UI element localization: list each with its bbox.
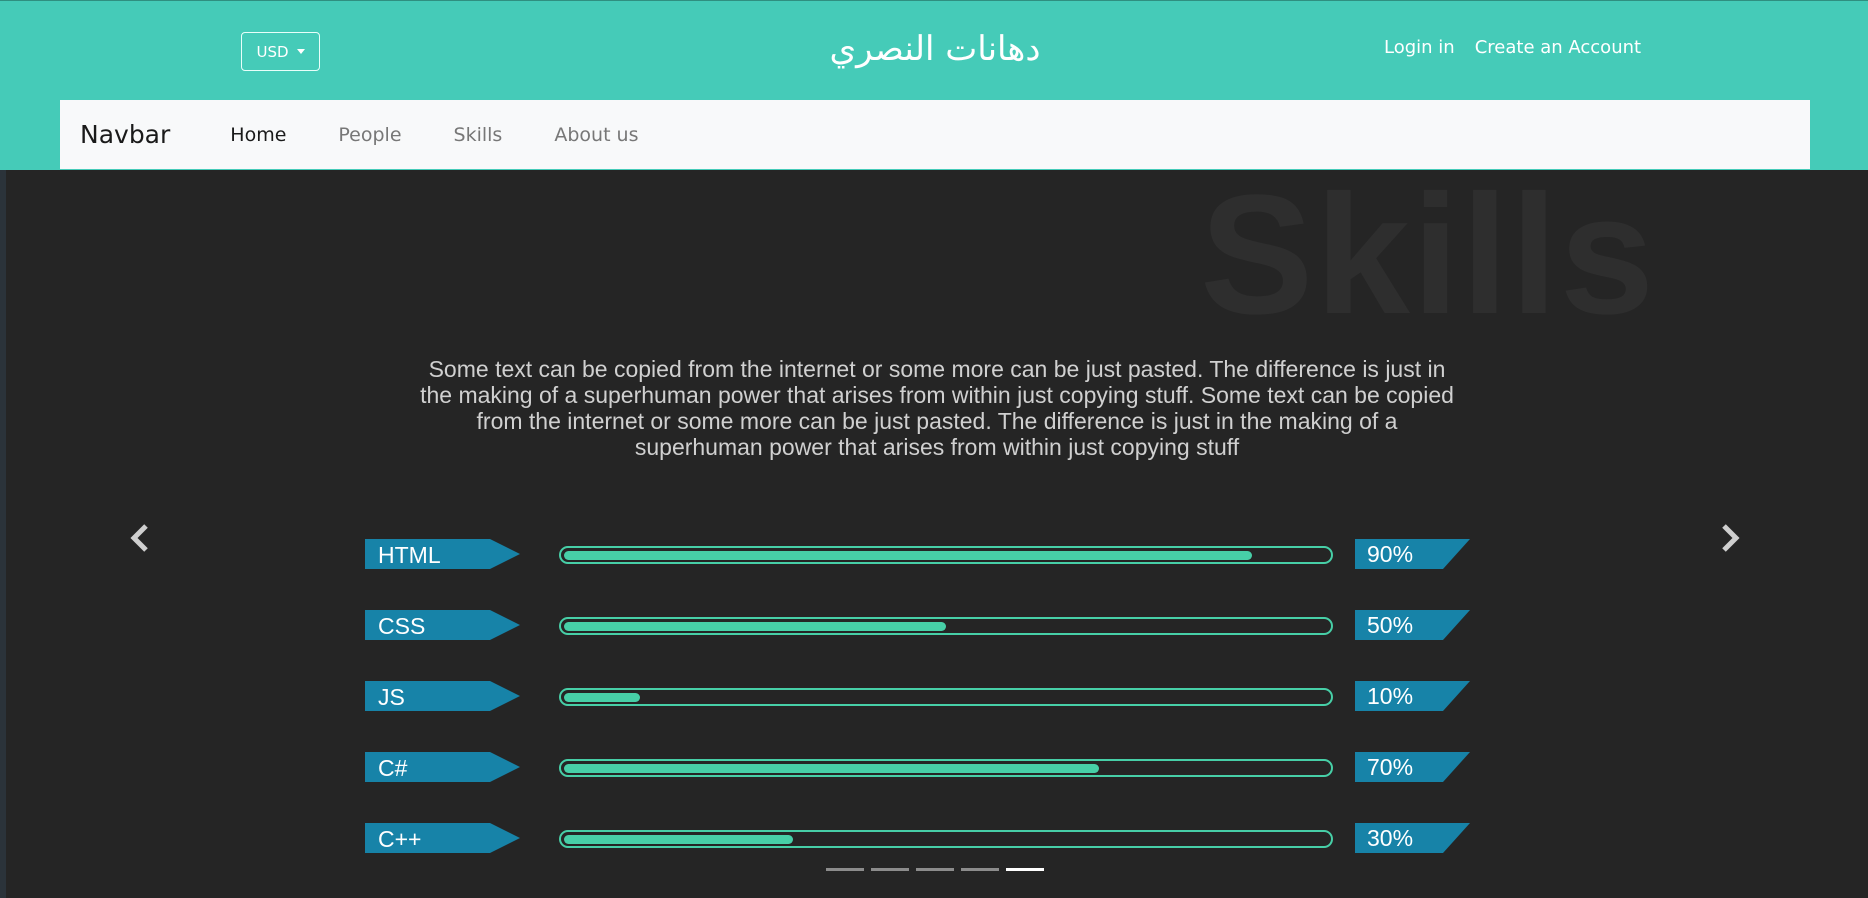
- progress-track: [559, 688, 1333, 706]
- currency-dropdown-button[interactable]: USD: [241, 32, 320, 71]
- skill-row: C++ 30%: [365, 823, 1470, 855]
- nav-item-people[interactable]: People: [312, 124, 427, 146]
- nav-item-skills[interactable]: Skills: [428, 124, 529, 146]
- skill-row: CSS 50%: [365, 610, 1470, 642]
- progress-track: [559, 759, 1333, 777]
- progress-fill: [564, 622, 946, 631]
- skill-tag: C++: [365, 823, 520, 853]
- progress-track: [559, 546, 1333, 564]
- skill-percent: 10%: [1367, 683, 1414, 709]
- login-link[interactable]: Login in: [1384, 37, 1455, 58]
- section-background-title: Skills: [1200, 160, 1657, 350]
- carousel-prev-button[interactable]: [120, 518, 160, 558]
- section-description: Some text can be copied from the interne…: [420, 356, 1454, 460]
- caret-down-icon: [296, 49, 305, 54]
- skill-row: HTML 90%: [365, 539, 1470, 571]
- skill-row: C# 70%: [365, 752, 1470, 784]
- carousel-indicator[interactable]: [961, 868, 999, 871]
- site-title: دهانات النصري: [829, 29, 1041, 69]
- chevron-right-icon: [1722, 524, 1740, 552]
- currency-label: USD: [256, 42, 289, 61]
- skill-tag: C#: [365, 752, 520, 782]
- progress-track: [559, 617, 1333, 635]
- skill-percent: 90%: [1367, 541, 1414, 567]
- percent-tag: 90%: [1355, 539, 1470, 569]
- skill-percent: 30%: [1367, 825, 1414, 851]
- skill-name: JS: [378, 684, 405, 710]
- navbar-brand[interactable]: Navbar: [80, 120, 170, 149]
- skill-name: C++: [378, 826, 422, 852]
- chevron-left-icon: [130, 524, 148, 552]
- skill-percent: 50%: [1367, 612, 1414, 638]
- skill-name: CSS: [378, 613, 426, 639]
- skill-tag: JS: [365, 681, 520, 711]
- carousel-indicator[interactable]: [916, 868, 954, 871]
- progress-fill: [564, 835, 793, 844]
- carousel-indicator[interactable]: [1006, 868, 1044, 871]
- nav-menu: Home People Skills About us: [204, 124, 664, 146]
- navbar: Navbar Home People Skills About us: [60, 100, 1810, 169]
- progress-fill: [564, 764, 1099, 773]
- progress-fill: [564, 551, 1252, 560]
- create-account-link[interactable]: Create an Account: [1475, 37, 1641, 58]
- skill-tag: CSS: [365, 610, 520, 640]
- skill-percent: 70%: [1367, 754, 1414, 780]
- carousel-indicators: [826, 868, 1044, 871]
- nav-item-home[interactable]: Home: [204, 124, 312, 146]
- skill-name: HTML: [378, 542, 441, 568]
- progress-fill: [564, 693, 640, 702]
- percent-tag: 10%: [1355, 681, 1470, 711]
- percent-tag: 30%: [1355, 823, 1470, 853]
- carousel-indicator[interactable]: [826, 868, 864, 871]
- carousel-next-button[interactable]: [1710, 518, 1750, 558]
- left-edge-strip: [0, 170, 6, 898]
- skill-row: JS 10%: [365, 681, 1470, 713]
- carousel-indicator[interactable]: [871, 868, 909, 871]
- percent-tag: 70%: [1355, 752, 1470, 782]
- nav-item-about-us[interactable]: About us: [528, 124, 664, 146]
- percent-tag: 50%: [1355, 610, 1470, 640]
- progress-track: [559, 830, 1333, 848]
- skill-name: C#: [378, 755, 408, 781]
- skill-tag: HTML: [365, 539, 520, 569]
- auth-links: Login in Create an Account: [1384, 31, 1641, 63]
